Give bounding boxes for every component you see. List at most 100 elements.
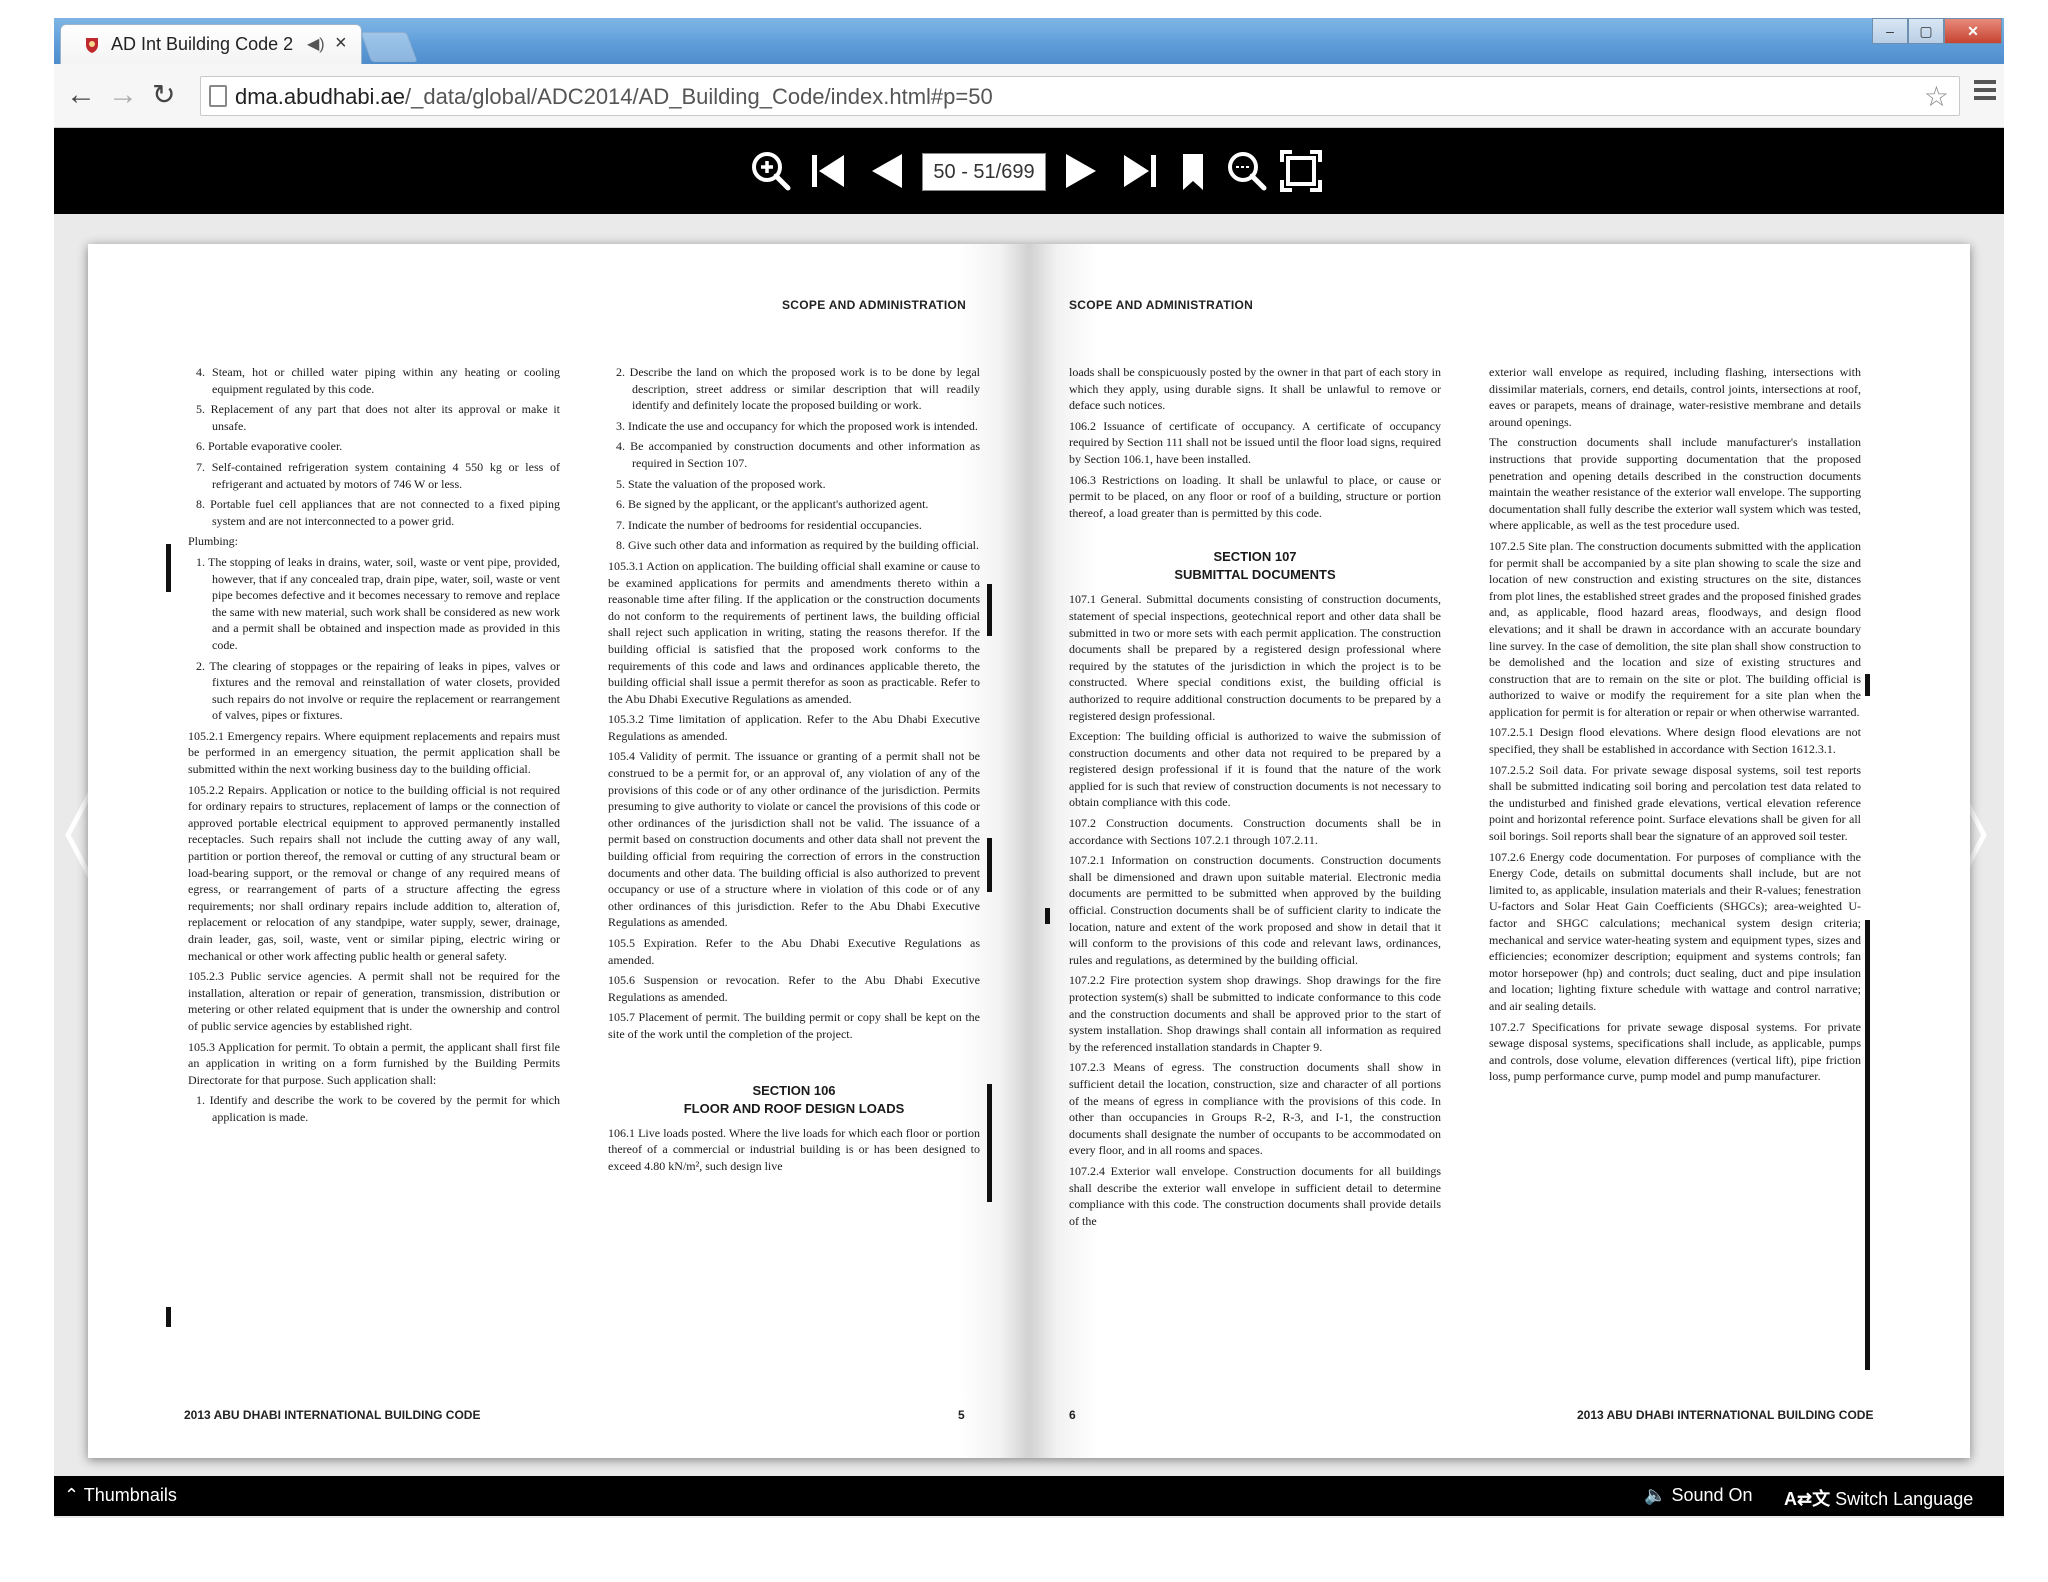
paragraph: 105.3 Application for permit. To obtain …	[188, 1039, 560, 1087]
viewer-toolbar: 50 - 51/699	[54, 128, 2004, 214]
page-icon	[209, 85, 227, 107]
minimize-button[interactable]: –	[1872, 18, 1908, 44]
paragraph: Exception: The building official is auth…	[1069, 729, 1441, 810]
first-page-icon[interactable]	[806, 148, 852, 194]
new-tab-button[interactable]	[360, 32, 418, 62]
viewer-bottom-bar: ⌃ Thumbnails 🔈 Sound On A⇄文 Switch Langu…	[54, 1476, 2004, 1516]
paragraph: 107.2.1 Information on construction docu…	[1069, 853, 1441, 967]
paragraph: 106.3 Restrictions on loading. It shall …	[1069, 472, 1441, 520]
section-heading: SUBMITTAL DOCUMENTS	[1174, 567, 1336, 583]
tab-strip: AD Int Building Code 2 ◀) × – ▢ ✕	[54, 18, 2004, 64]
reload-icon[interactable]: ↻	[152, 78, 175, 112]
page-number-input[interactable]: 50 - 51/699	[922, 153, 1046, 191]
change-bar	[987, 1084, 992, 1202]
page-number: 6	[1069, 1408, 1076, 1422]
paragraph: 8. Portable fuel cell appliances that ar…	[196, 497, 560, 528]
section-heading: SECTION 106	[752, 1082, 836, 1098]
right-page: SCOPE AND ADMINISTRATION loads shall be …	[1029, 244, 1970, 1458]
paragraph: 107.1 General. Submittal documents consi…	[1069, 592, 1441, 723]
paragraph: 2. Describe the land on which the propos…	[616, 365, 980, 413]
paragraph: 105.6 Suspension or revocation. Refer to…	[608, 973, 980, 1004]
paragraph: 105.3.2 Time limitation of application. …	[608, 712, 980, 743]
search-icon[interactable]	[1224, 148, 1270, 194]
next-page-icon[interactable]	[1058, 148, 1104, 194]
paragraph: 106.1 Live loads posted. Where the live …	[608, 1125, 980, 1173]
paragraph: 107.2 Construction documents. Constructi…	[1069, 816, 1441, 847]
paragraph: 1. The stopping of leaks in drains, wate…	[196, 554, 560, 652]
browser-menu-icon[interactable]	[1974, 80, 1996, 104]
text-column: 2. Describe the land on which the propos…	[608, 364, 980, 1394]
section-heading: FLOOR AND ROOF DESIGN LOADS	[683, 1100, 905, 1116]
sound-toggle-button[interactable]: 🔈 Sound On	[1644, 1485, 1753, 1506]
fullscreen-icon[interactable]	[1278, 148, 1324, 194]
url-text: dma.abudhabi.ae/_data/global/ADC2014/AD_…	[235, 84, 993, 109]
paragraph: 7. Indicate the number of bedrooms for r…	[616, 517, 922, 532]
paragraph: exterior wall envelope as required, incl…	[1489, 365, 1861, 429]
left-page: SCOPE AND ADMINISTRATION 4. Steam, hot o…	[88, 244, 1029, 1458]
window-controls: – ▢ ✕	[1872, 18, 2002, 44]
paragraph: 7. Self-contained refrigeration system c…	[196, 459, 560, 491]
paragraph: 4. Be accompanied by construction docume…	[616, 439, 980, 470]
thumbnails-label: Thumbnails	[83, 1485, 177, 1505]
paragraph: 106.2 Issuance of certificate of occupan…	[1069, 418, 1441, 466]
close-window-button[interactable]: ✕	[1944, 18, 2002, 44]
speaker-icon: 🔈	[1644, 1485, 1667, 1505]
previous-page-icon[interactable]	[864, 148, 910, 194]
section-heading: SECTION 107	[1213, 549, 1297, 565]
change-bar	[987, 584, 992, 636]
paragraph: 105.3.1 Action on application. The build…	[608, 558, 980, 706]
switch-language-button[interactable]: A⇄文 Switch Language	[1784, 1485, 1973, 1511]
text-column: exterior wall envelope as required, incl…	[1489, 364, 1861, 1394]
browser-tab[interactable]: AD Int Building Code 2 ◀) ×	[60, 24, 362, 64]
tab-title: AD Int Building Code 2	[111, 34, 294, 54]
paragraph: 105.2.2 Repairs. Application or notice t…	[188, 782, 560, 963]
tab-close-icon[interactable]: ×	[335, 32, 347, 55]
change-bar	[987, 838, 992, 892]
page-header: SCOPE AND ADMINISTRATION	[1069, 298, 1254, 312]
chevron-up-icon: ⌃	[64, 1485, 80, 1505]
paragraph: 107.2.7 Specifications for private sewag…	[1489, 1019, 1861, 1084]
address-bar[interactable]: dma.abudhabi.ae/_data/global/ADC2014/AD_…	[200, 76, 1960, 116]
zoom-in-icon[interactable]	[748, 148, 794, 194]
language-label: Switch Language	[1835, 1489, 1974, 1509]
page-footer-title: 2013 ABU DHABI INTERNATIONAL BUILDING CO…	[1577, 1408, 1874, 1422]
browser-window: AD Int Building Code 2 ◀) × – ▢ ✕ ← → ↻ …	[54, 18, 2004, 1518]
paragraph: 107.2.4 Exterior wall envelope. Construc…	[1069, 1163, 1441, 1228]
thumbnails-button[interactable]: ⌃ Thumbnails	[64, 1485, 177, 1506]
paragraph: 105.2.3 Public service agencies. A permi…	[188, 969, 560, 1033]
paragraph: 1. Identify and describe the work to be …	[196, 1093, 560, 1124]
paragraph: The construction documents shall include…	[1489, 435, 1861, 533]
last-page-icon[interactable]	[1116, 148, 1162, 194]
paragraph: 2. The clearing of stoppages or the repa…	[196, 658, 560, 723]
paragraph: 5. Replacement of any part that does not…	[196, 402, 560, 433]
bookmark-icon[interactable]	[1170, 148, 1216, 194]
bookmark-star-icon[interactable]: ☆	[1924, 80, 1949, 113]
page-header: SCOPE AND ADMINISTRATION	[782, 298, 967, 312]
paragraph: 105.7 Placement of permit. The building …	[608, 1010, 980, 1041]
change-bar	[166, 544, 171, 592]
paragraph: 107.2.5.1 Design flood elevations. Where…	[1489, 725, 1861, 757]
paragraph: 107.2.2 Fire protection system shop draw…	[1069, 973, 1441, 1054]
book-stage: SCOPE AND ADMINISTRATION 4. Steam, hot o…	[54, 214, 2004, 1494]
translate-icon: A⇄文	[1784, 1489, 1831, 1509]
site-favicon-icon	[86, 38, 98, 53]
paragraph: 8. Give such other data and information …	[616, 538, 980, 553]
paragraph: 107.2.6 Energy code documentation. For p…	[1489, 849, 1861, 1013]
forward-arrow-icon[interactable]: →	[108, 78, 138, 112]
back-arrow-icon[interactable]: ←	[66, 78, 96, 112]
page-footer-title: 2013 ABU DHABI INTERNATIONAL BUILDING CO…	[184, 1408, 481, 1422]
paragraph: 107.2.5.2 Soil data. For private sewage …	[1489, 762, 1861, 844]
paragraph: loads shall be conspicuously posted by t…	[1069, 365, 1441, 413]
maximize-button[interactable]: ▢	[1908, 18, 1944, 44]
browser-toolbar: ← → ↻ dma.abudhabi.ae/_data/global/ADC20…	[54, 64, 2004, 128]
tab-audio-icon[interactable]: ◀)	[307, 34, 325, 54]
change-bar	[1865, 674, 1870, 696]
paragraph: 5. State the valuation of the proposed w…	[616, 476, 826, 491]
change-bar	[1045, 908, 1050, 924]
paragraph: 3. Indicate the use and occupancy for wh…	[616, 418, 978, 433]
text-column: 4. Steam, hot or chilled water piping wi…	[188, 364, 560, 1394]
paragraph: 107.2.3 Means of egress. The constructio…	[1069, 1060, 1441, 1158]
page-number: 5	[958, 1408, 965, 1422]
paragraph: 6. Be signed by the applicant, or the ap…	[616, 497, 929, 512]
paragraph: Plumbing:	[188, 534, 239, 549]
